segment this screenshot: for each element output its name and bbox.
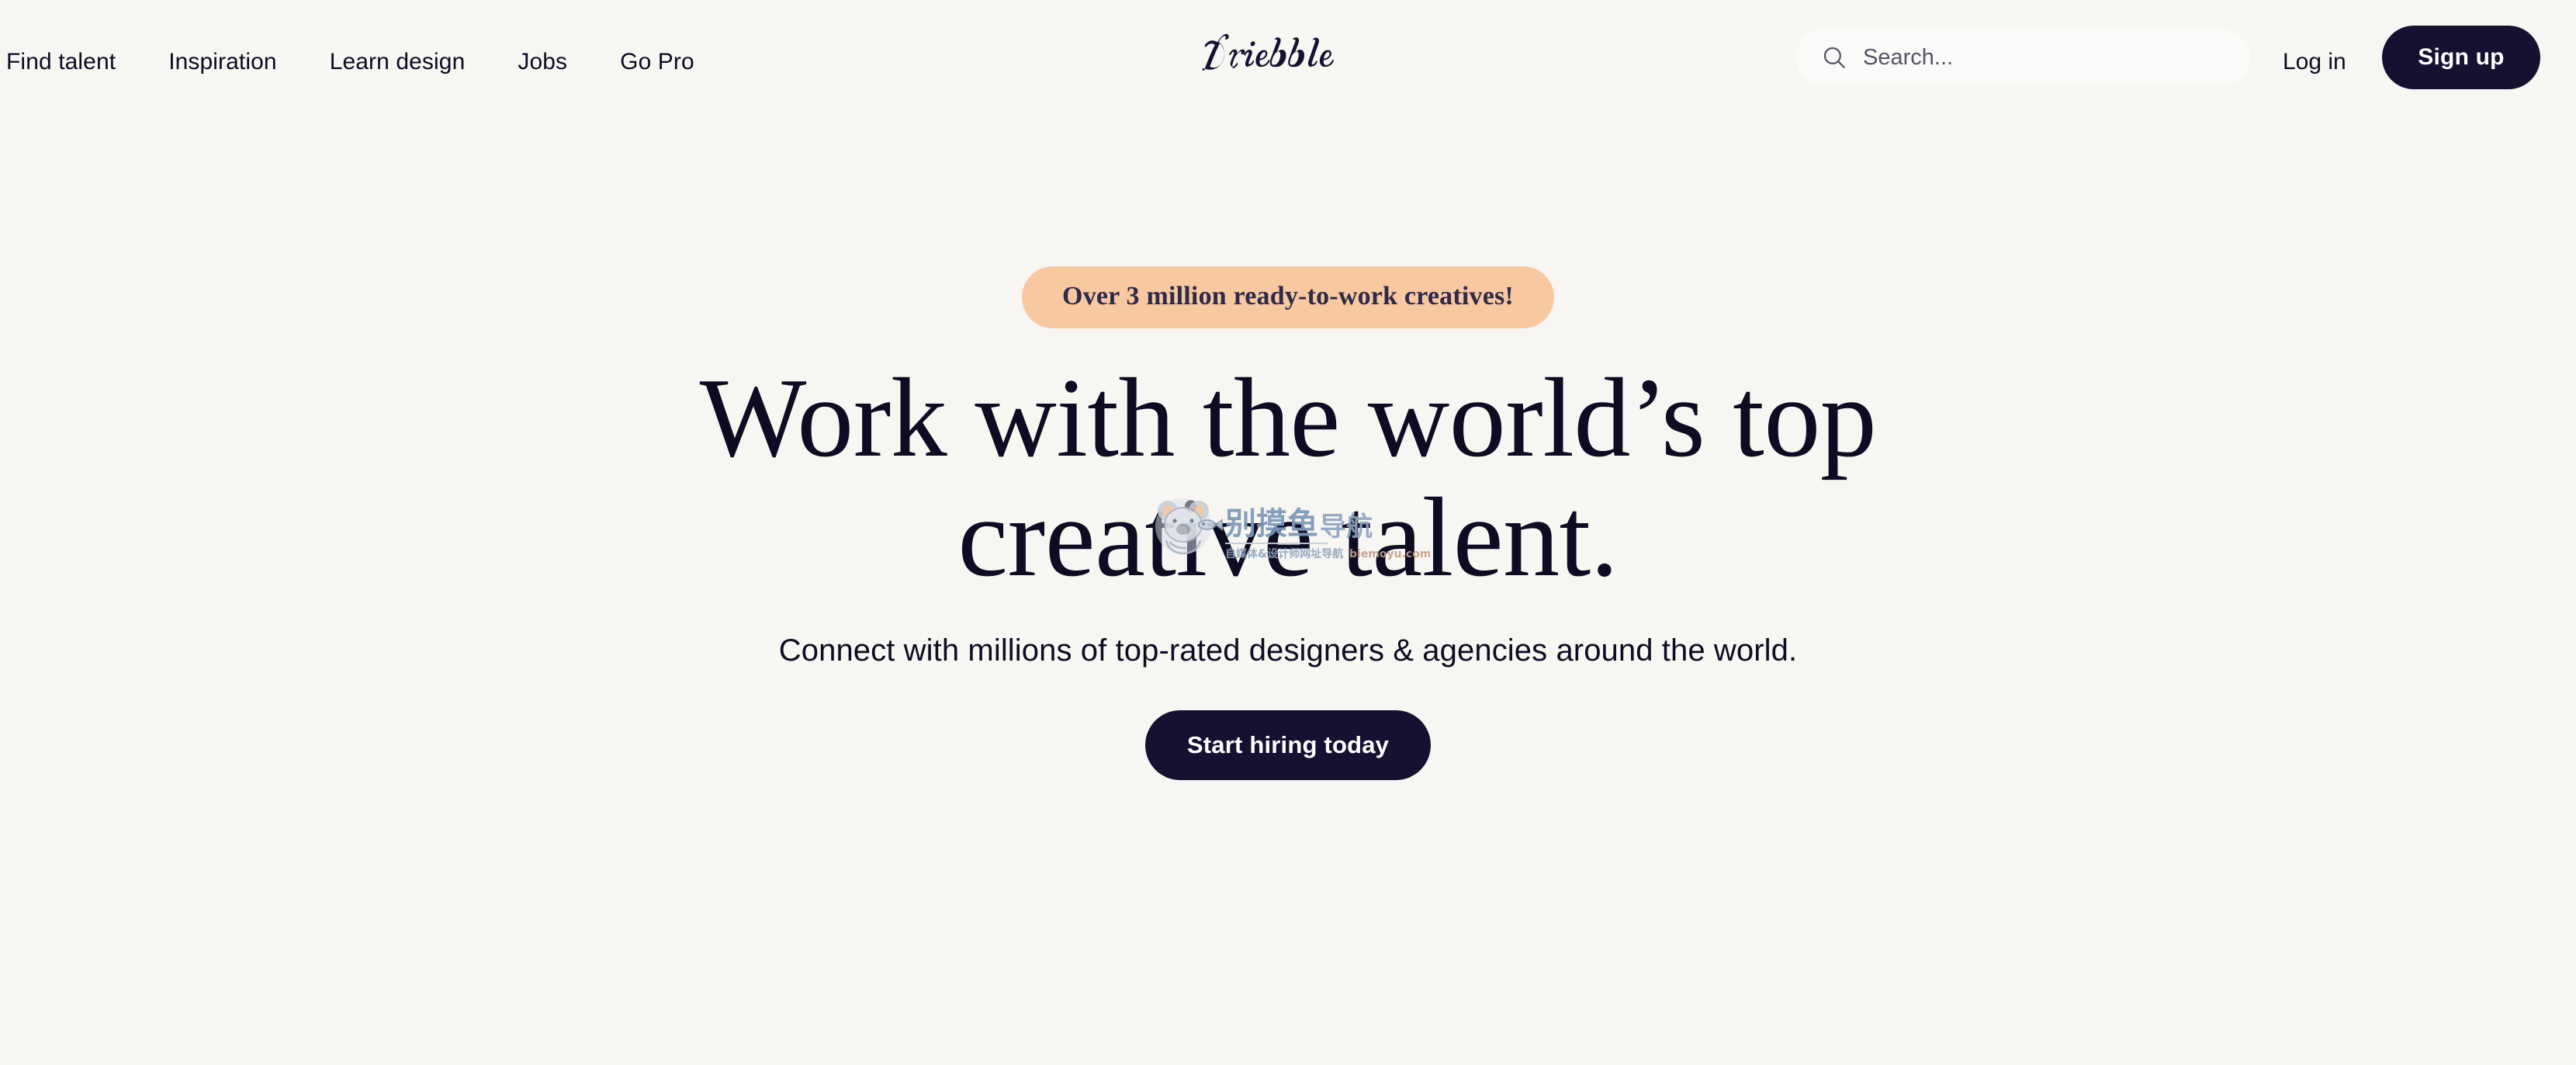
headline-line-1: Work with the world’s top (699, 355, 1877, 480)
nav-item-find-talent[interactable]: Find talent (6, 48, 116, 76)
search-box[interactable] (1796, 29, 2250, 85)
hero-section: Over 3 million ready-to-work creatives! … (0, 132, 2576, 780)
start-hiring-button[interactable]: Start hiring today (1144, 710, 1432, 780)
search-icon (1821, 44, 1847, 71)
headline-line-2: creative talent. (957, 474, 1619, 600)
page-title: Work with the world’s top creative talen… (0, 358, 2576, 597)
nav-item-go-pro[interactable]: Go Pro (620, 48, 694, 76)
login-link[interactable]: Log in (2283, 48, 2346, 76)
nav-item-inspiration[interactable]: Inspiration (168, 48, 277, 76)
search-input[interactable] (1863, 44, 2197, 71)
signup-button[interactable]: Sign up (2382, 26, 2540, 89)
nav-item-learn-design[interactable]: Learn design (330, 48, 466, 76)
page-subtitle: Connect with millions of top-rated desig… (778, 633, 1798, 668)
status-badge: Over 3 million ready-to-work creatives! (1022, 266, 1554, 328)
dribbble-logo[interactable] (1196, 33, 1359, 76)
site-header: Find talent Inspiration Learn design Job… (0, 0, 2576, 132)
nav-item-jobs[interactable]: Jobs (518, 48, 567, 76)
badge-wrapper: Over 3 million ready-to-work creatives! (0, 132, 2576, 328)
primary-nav: Find talent Inspiration Learn design Job… (6, 48, 694, 76)
cta-wrapper: Start hiring today (0, 670, 2576, 780)
